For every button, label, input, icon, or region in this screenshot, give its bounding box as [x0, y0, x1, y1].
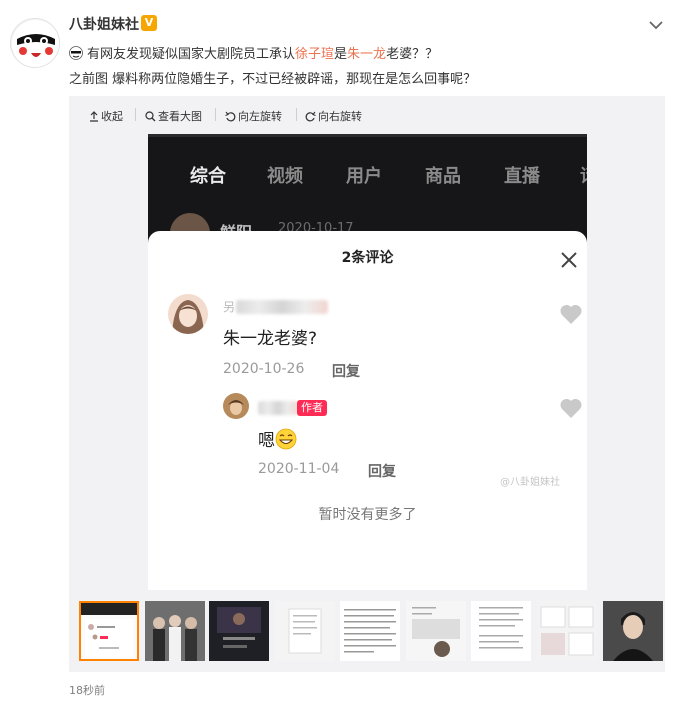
thumbnail-image: [340, 601, 400, 661]
thumbnail-9[interactable]: [603, 601, 663, 661]
post-text-line1: 有网友发现疑似国家大剧院员工承认徐子瑄是朱一龙老婆？？: [69, 43, 438, 62]
collapse-icon: [90, 110, 98, 122]
tab-live: 直播: [504, 166, 540, 187]
thumbnail-strip: [79, 601, 663, 661]
rotate-left-icon: [225, 111, 236, 121]
reply-text-label: 嗯: [258, 431, 275, 451]
verified-icon: V: [141, 15, 157, 31]
thumbnail-image: [603, 601, 663, 661]
post-text-suffix: 老婆？？: [386, 47, 439, 62]
thumbnail-image: [537, 601, 597, 661]
mention-link-1[interactable]: 徐子瑄: [295, 47, 334, 62]
heart-icon: [560, 304, 582, 324]
rotate-right-button[interactable]: 向右旋转: [305, 108, 362, 124]
commenter-avatar: [168, 294, 208, 334]
gallery-toolbar: 收起 查看大图 向左旋转 向右旋转: [69, 96, 665, 132]
reply-text: 嗯: [258, 426, 297, 451]
reply-date: 2020-11-04: [258, 461, 340, 477]
blurred-name: [258, 401, 298, 415]
tab-users: 用户: [346, 166, 382, 187]
comment-sheet: 2条评论 另 朱一龙老婆? 2020-10-26 回复 作者 嗯 2020-11…: [148, 231, 587, 590]
collapse-label: 收起: [101, 110, 123, 123]
post-text-prefix: 有网友发现疑似国家大剧院员工承认: [87, 47, 296, 62]
heart-icon: [560, 398, 582, 418]
thumbnail-image: [406, 601, 466, 661]
user-avatar[interactable]: [10, 18, 60, 68]
reply-label: 回复: [368, 464, 396, 480]
thumbnail-image: [209, 601, 269, 661]
thumbnail-4[interactable]: [275, 601, 335, 661]
rotate-left-label: 向左旋转: [238, 110, 282, 123]
rotate-left-button[interactable]: 向左旋转: [225, 108, 282, 124]
tab-all: 综合: [190, 166, 226, 187]
thumbnail-image: [471, 601, 531, 661]
thumbnail-3[interactable]: [209, 601, 269, 661]
close-icon: [561, 252, 577, 268]
image-gallery: 收起 查看大图 向左旋转 向右旋转 综合 视频 用户 商品 直播 2020-10…: [69, 96, 665, 672]
post-text-mid: 是: [334, 47, 348, 62]
toolbar-divider: [135, 108, 136, 121]
view-large-label: 查看大图: [158, 110, 202, 123]
search-icon: [145, 110, 156, 121]
thumbnail-7[interactable]: [471, 601, 531, 661]
reply-label: 回复: [332, 364, 360, 380]
author-tag: 作者: [297, 400, 327, 416]
thumbnail-6[interactable]: [406, 601, 466, 661]
thumbnail-image: [79, 601, 139, 657]
toolbar-divider: [296, 108, 297, 121]
app-tab-bar: 综合 视频 用户 商品 直播 话: [148, 134, 587, 209]
no-more-text: 暂时没有更多了: [318, 507, 417, 523]
rotate-right-icon: [305, 111, 316, 121]
watermark: @八卦姐妹社: [500, 477, 560, 488]
thumbnail-1[interactable]: [79, 601, 139, 661]
tab-goods: 商品: [425, 166, 461, 187]
avatar-image: [168, 294, 208, 334]
author-avatar: [223, 393, 249, 419]
mention-link-2[interactable]: 朱一龙: [347, 47, 386, 62]
mask-emoji-avatar: [12, 20, 59, 67]
tab-video: 视频: [267, 166, 303, 187]
rotate-right-label: 向右旋转: [318, 110, 362, 123]
username[interactable]: 八卦姐妹社: [69, 14, 139, 34]
tab-topic: 话: [580, 162, 587, 188]
view-large-button[interactable]: 查看大图: [145, 108, 202, 124]
comment-text: 朱一龙老婆?: [223, 329, 318, 349]
avatar-image: [223, 393, 249, 419]
post-text-line2: 之前图 爆料称两位隐婚生子，不过已经被辟谣，那现在是怎么回事呢？: [69, 72, 477, 87]
toolbar-divider: [215, 108, 216, 121]
thumbnail-image: [145, 601, 205, 661]
thumbnail-2[interactable]: [145, 601, 205, 661]
collapse-button[interactable]: 收起: [89, 108, 123, 124]
comment-date: 2020-10-26: [223, 361, 305, 377]
blurred-name: [236, 300, 328, 314]
sheet-title: 2条评论: [341, 250, 394, 266]
face-emoji-icon: [69, 46, 83, 60]
thumbnail-5[interactable]: [340, 601, 400, 661]
grin-emoji-icon: [275, 428, 297, 450]
chevron-down-icon[interactable]: [647, 18, 665, 32]
thumbnail-image: [275, 601, 335, 661]
commenter-name-partial: 另: [223, 300, 236, 314]
main-image[interactable]: 综合 视频 用户 商品 直播 话 鲜阳 2020-10-17 2条评论: [148, 134, 587, 590]
thumbnail-8[interactable]: [537, 601, 597, 661]
post-timestamp[interactable]: 18秒前: [69, 682, 105, 698]
